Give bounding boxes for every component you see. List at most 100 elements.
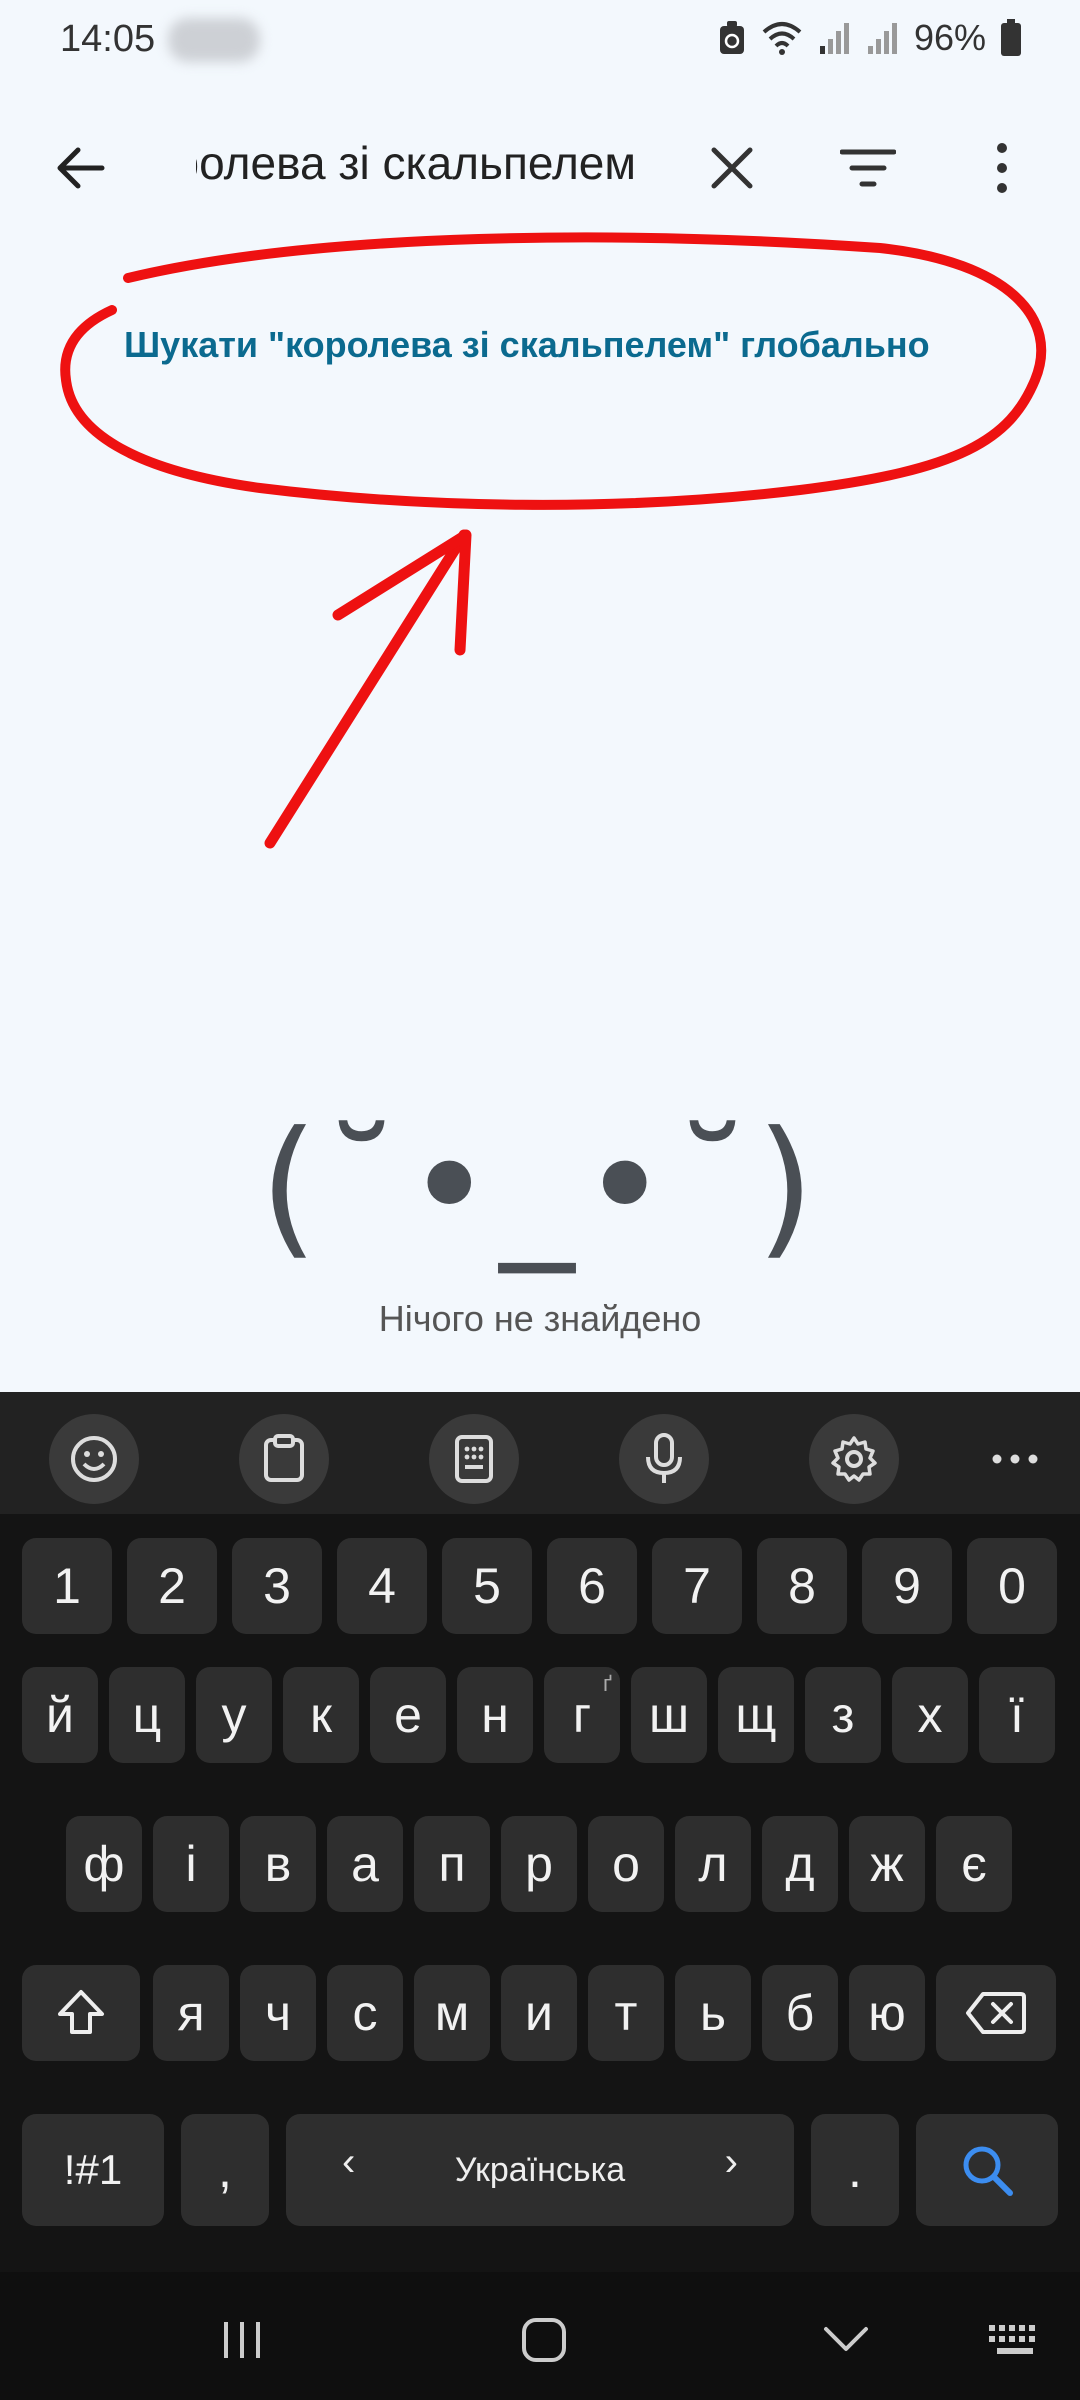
key-letter[interactable]: к (283, 1667, 359, 1763)
key-letter[interactable]: м (414, 1965, 490, 2061)
keypad-icon (455, 1435, 493, 1483)
key-letter[interactable]: ф (66, 1816, 142, 1912)
key-hint-char: ґ (602, 1671, 612, 1696)
keyboard-toolbar (0, 1392, 1080, 1514)
key-main-char: г (572, 1687, 592, 1743)
key-letter[interactable]: с (327, 1965, 403, 2061)
shift-icon (58, 1990, 104, 2034)
key-letter[interactable]: й (22, 1667, 98, 1763)
keyboard-more-button[interactable] (970, 1414, 1060, 1504)
more-options-button[interactable] (962, 128, 1042, 208)
key-letter[interactable]: щ (718, 1667, 794, 1763)
letter-row-3: я ч с м и т ь б ю (0, 1965, 1080, 2061)
key-letter[interactable]: д (762, 1816, 838, 1912)
key-letter[interactable]: ї (979, 1667, 1055, 1763)
space-key[interactable]: ‹ Українська › (286, 2114, 794, 2226)
hide-keyboard-button[interactable] (796, 2300, 896, 2380)
key-letter[interactable]: о (588, 1816, 664, 1912)
key-letter[interactable]: б (762, 1965, 838, 2061)
key-letter[interactable]: р (501, 1816, 577, 1912)
keyboard-icon (989, 2325, 1035, 2354)
key-3[interactable]: 3 (232, 1538, 322, 1634)
letter-row-2: ф і в а п р о л д ж є (0, 1816, 1080, 1912)
arrow-back-icon (57, 147, 105, 189)
key-0[interactable]: 0 (967, 1538, 1057, 1634)
key-1[interactable]: 1 (22, 1538, 112, 1634)
more-horiz-icon (992, 1454, 1038, 1464)
key-letter[interactable]: н (457, 1667, 533, 1763)
language-label: Українська (454, 2150, 626, 2189)
keypad-button[interactable] (429, 1414, 519, 1504)
emoji-icon (71, 1436, 117, 1482)
key-letter[interactable]: ж (849, 1816, 925, 1912)
empty-state-face: (˘•_•˘) (259, 1100, 821, 1274)
recent-apps-button[interactable] (192, 2300, 292, 2380)
search-key[interactable] (916, 2114, 1058, 2226)
signal-icon (819, 23, 849, 54)
hide-keyboard-icon (824, 2327, 868, 2351)
search-icon (963, 2146, 1013, 2196)
clear-search-button[interactable] (692, 128, 772, 208)
filter-icon (840, 149, 896, 187)
global-search-link[interactable]: Шукати "королева зі скальпелем" глобальн… (124, 324, 930, 366)
shift-key[interactable] (22, 1965, 140, 2061)
key-letter[interactable]: т (588, 1965, 664, 2061)
key-letter[interactable]: і (153, 1816, 229, 1912)
key-letter[interactable]: л (675, 1816, 751, 1912)
chevron-left-icon: ‹ (342, 2140, 356, 2184)
recycle-icon (719, 21, 744, 54)
emoji-button[interactable] (49, 1414, 139, 1504)
key-letter[interactable]: ч (240, 1965, 316, 2061)
home-icon (522, 2318, 566, 2362)
key-6[interactable]: 6 (547, 1538, 637, 1634)
key-4[interactable]: 4 (337, 1538, 427, 1634)
key-letter[interactable]: з (805, 1667, 881, 1763)
key-letter[interactable]: и (501, 1965, 577, 2061)
symbols-key[interactable]: !#1 (22, 2114, 164, 2226)
key-letter[interactable]: ю (849, 1965, 925, 2061)
key-letter[interactable]: ц (109, 1667, 185, 1763)
wifi-icon (762, 22, 802, 55)
clipboard-icon (264, 1434, 304, 1482)
key-7[interactable]: 7 (652, 1538, 742, 1634)
key-2[interactable]: 2 (127, 1538, 217, 1634)
key-letter[interactable]: е (370, 1667, 446, 1763)
navigation-bar (0, 2272, 1080, 2400)
key-letter[interactable]: ь (675, 1965, 751, 2061)
status-time: 14:05 (60, 18, 156, 60)
clipboard-button[interactable] (239, 1414, 329, 1504)
signal-icon (867, 23, 897, 54)
back-button[interactable] (40, 128, 120, 208)
key-letter[interactable]: є (936, 1816, 1012, 1912)
key-letter[interactable]: ш (631, 1667, 707, 1763)
keyboard-settings-button[interactable] (809, 1414, 899, 1504)
key-9[interactable]: 9 (862, 1538, 952, 1634)
microphone-icon (646, 1433, 682, 1483)
recent-apps-icon (224, 2322, 260, 2358)
key-letter-with-hint[interactable]: г ґ (544, 1667, 620, 1763)
search-input[interactable]: королева зі скальпелем (196, 136, 636, 200)
filter-button[interactable] (826, 128, 910, 208)
backspace-key[interactable] (936, 1965, 1056, 2061)
more-vert-icon (997, 143, 1007, 193)
key-letter[interactable]: в (240, 1816, 316, 1912)
voice-input-button[interactable] (619, 1414, 709, 1504)
home-button[interactable] (494, 2300, 594, 2380)
key-letter[interactable]: я (153, 1965, 229, 2061)
number-row: 1 2 3 4 5 6 7 8 9 0 (0, 1538, 1080, 1634)
period-key[interactable]: . (811, 2114, 899, 2226)
key-8[interactable]: 8 (757, 1538, 847, 1634)
comma-key[interactable]: , (181, 2114, 269, 2226)
switch-keyboard-button[interactable] (970, 2300, 1060, 2380)
key-letter[interactable]: п (414, 1816, 490, 1912)
letter-row-1: й ц у к е н г ґ ш щ з х ї (0, 1667, 1080, 1763)
battery-icon (1001, 19, 1021, 56)
status-bar: 14:05 96% (0, 0, 1080, 80)
search-query-text: королева зі скальпелем (196, 137, 636, 189)
key-letter[interactable]: х (892, 1667, 968, 1763)
key-5[interactable]: 5 (442, 1538, 532, 1634)
key-letter[interactable]: у (196, 1667, 272, 1763)
search-header: королева зі скальпелем (0, 100, 1080, 240)
key-letter[interactable]: а (327, 1816, 403, 1912)
chevron-right-icon: › (724, 2140, 738, 2184)
